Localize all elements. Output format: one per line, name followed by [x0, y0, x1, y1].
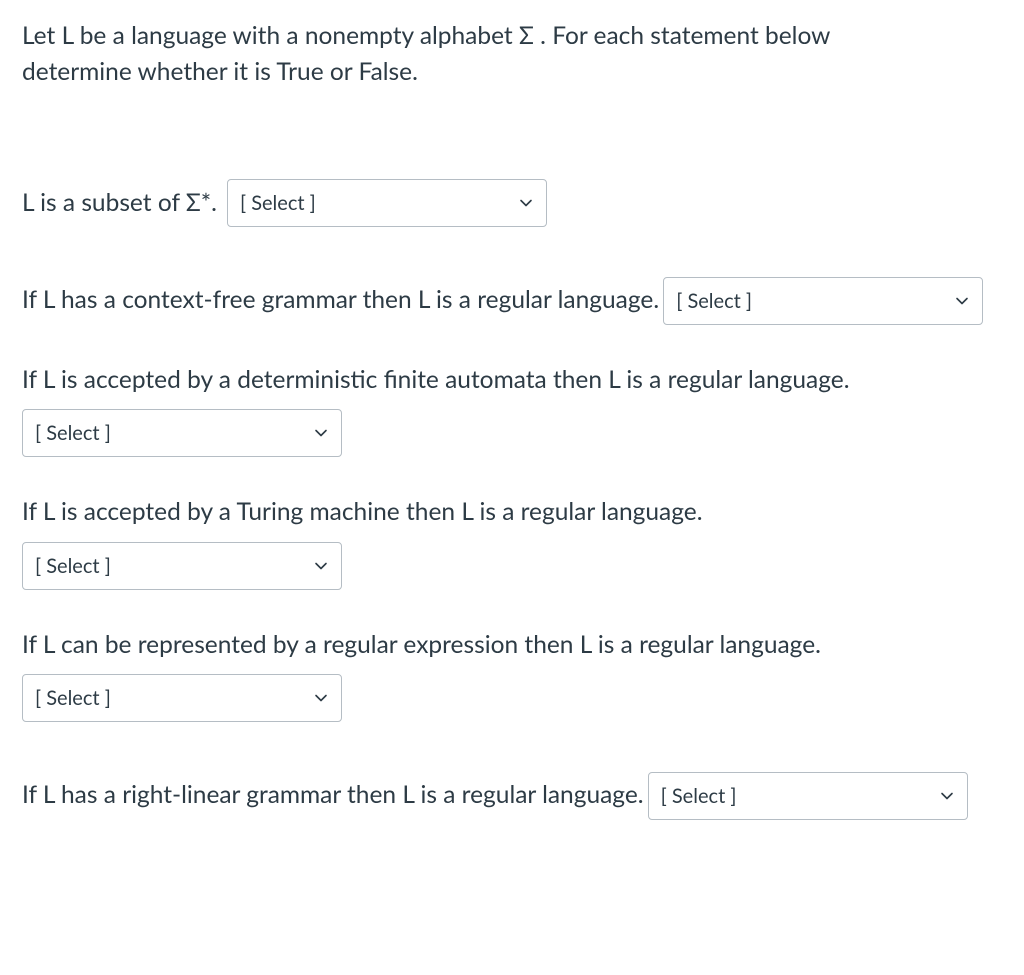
prompt-line-1: Let L be a language with a nonempty alph… — [22, 21, 830, 50]
question-6: If L has a right-linear grammar then L i… — [22, 760, 1002, 820]
chevron-down-icon — [313, 558, 329, 574]
select-placeholder-label: [ Select ] — [676, 289, 752, 313]
select-placeholder-label: [ Select ] — [240, 191, 316, 215]
question-3: If L is accepted by a deterministic fini… — [22, 363, 1002, 457]
chevron-down-icon — [518, 195, 534, 211]
question-5-text: If L can be represented by a regular exp… — [22, 630, 821, 659]
select-placeholder-label: [ Select ] — [661, 784, 737, 808]
question-1-text: L is a subset of Σ*. — [22, 186, 217, 220]
question-1: L is a subset of Σ*. [ Select ] — [22, 179, 1002, 227]
prompt-line-2: determine whether it is True or False. — [22, 57, 418, 86]
question-2-select[interactable]: [ Select ] — [663, 277, 983, 325]
question-4: If L is accepted by a Turing machine the… — [22, 495, 1002, 589]
select-placeholder-label: [ Select ] — [35, 686, 111, 710]
chevron-down-icon — [954, 293, 970, 309]
question-4-select[interactable]: [ Select ] — [22, 542, 342, 590]
select-placeholder-label: [ Select ] — [35, 554, 111, 578]
question-page: Let L be a language with a nonempty alph… — [0, 0, 1024, 888]
question-1-select[interactable]: [ Select ] — [227, 179, 547, 227]
question-4-text: If L is accepted by a Turing machine the… — [22, 497, 703, 526]
question-5-select[interactable]: [ Select ] — [22, 674, 342, 722]
question-6-select[interactable]: [ Select ] — [648, 772, 968, 820]
question-2: If L has a context-free grammar then L i… — [22, 265, 1002, 325]
question-3-text: If L is accepted by a deterministic fini… — [22, 365, 849, 394]
chevron-down-icon — [939, 788, 955, 804]
question-3-select[interactable]: [ Select ] — [22, 409, 342, 457]
question-2-text: If L has a context-free grammar then L i… — [22, 285, 659, 314]
chevron-down-icon — [313, 690, 329, 706]
select-placeholder-label: [ Select ] — [35, 421, 111, 445]
question-prompt: Let L be a language with a nonempty alph… — [22, 18, 1002, 89]
question-6-text: If L has a right-linear grammar then L i… — [22, 780, 644, 809]
question-5: If L can be represented by a regular exp… — [22, 628, 1002, 722]
chevron-down-icon — [313, 425, 329, 441]
